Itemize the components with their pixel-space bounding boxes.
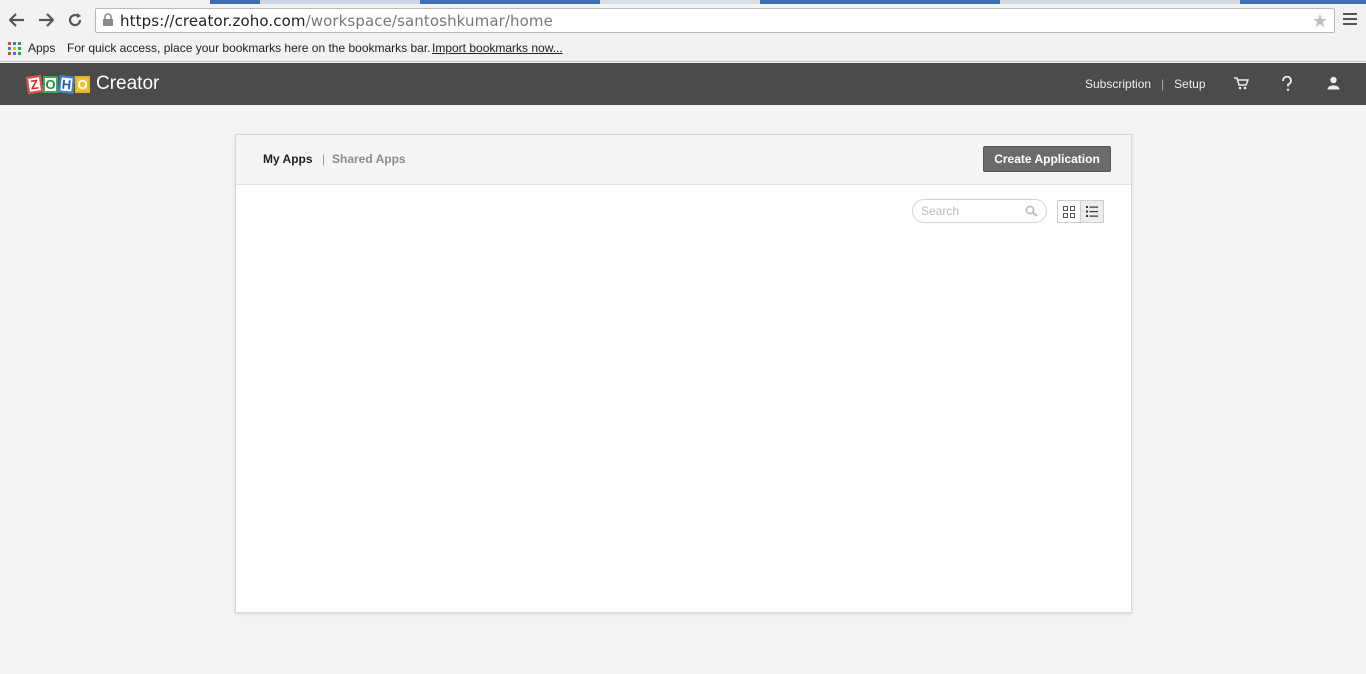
lock-icon [103,13,113,26]
logo-letter-z: Z [25,74,44,94]
header-links: Subscription | Setup [1085,63,1206,105]
tab-separator: | [322,152,326,166]
logo-letter-o: O [43,75,58,93]
subscription-link[interactable]: Subscription [1085,77,1151,91]
bookmarks-hint: For quick access, place your bookmarks h… [67,41,431,55]
grid-view-icon [1063,205,1076,218]
url-host: https://creator.zoho.com [120,12,306,30]
reload-icon [68,13,82,27]
setup-link[interactable]: Setup [1174,77,1205,91]
zoho-creator-logo[interactable]: Z O H O Creator [25,73,160,95]
tab-my-apps[interactable]: My Apps [263,152,313,166]
logo-letter-h: H [58,74,75,94]
address-bar[interactable]: https://creator.zoho.com/workspace/santo… [95,8,1335,33]
apps-panel-header: My Apps | Shared Apps Create Application [236,135,1131,185]
reload-button[interactable] [64,9,86,31]
header-separator: | [1161,77,1165,91]
apps-panel: My Apps | Shared Apps Create Application [235,134,1132,613]
forward-arrow-icon [39,13,54,27]
search-box [912,199,1047,223]
url-path: /workspace/santoshkumar/home [305,12,553,30]
url-text: https://creator.zoho.com/workspace/santo… [120,12,553,30]
search-icon[interactable] [1025,205,1038,217]
create-application-button[interactable]: Create Application [983,146,1111,172]
user-icon[interactable] [1327,76,1340,90]
apps-grid-icon[interactable] [8,42,21,55]
view-mode-toggle [1057,200,1104,223]
logo-letter-o-2: O [75,75,90,93]
back-button[interactable] [6,9,28,31]
bookmarks-bar: Apps For quick access, place your bookma… [0,37,1366,62]
grid-view-button[interactable] [1058,201,1081,222]
import-bookmarks-link[interactable]: Import bookmarks now... [432,41,563,55]
cart-icon[interactable] [1233,76,1249,90]
app-header: Z O H O Creator Subscription | Setup [0,63,1366,105]
back-arrow-icon [9,13,24,27]
search-input[interactable] [921,203,1021,219]
browser-toolbar: https://creator.zoho.com/workspace/santo… [0,4,1366,37]
list-view-button[interactable] [1080,201,1103,222]
bookmark-star-icon[interactable]: ★ [1312,11,1328,31]
product-name: Creator [96,73,160,94]
tab-shared-apps[interactable]: Shared Apps [332,152,406,166]
browser-menu-icon[interactable] [1343,13,1357,28]
list-view-icon [1086,206,1099,217]
help-icon[interactable] [1281,76,1293,92]
forward-button[interactable] [35,9,57,31]
bookmarks-apps-link[interactable]: Apps [28,41,55,55]
